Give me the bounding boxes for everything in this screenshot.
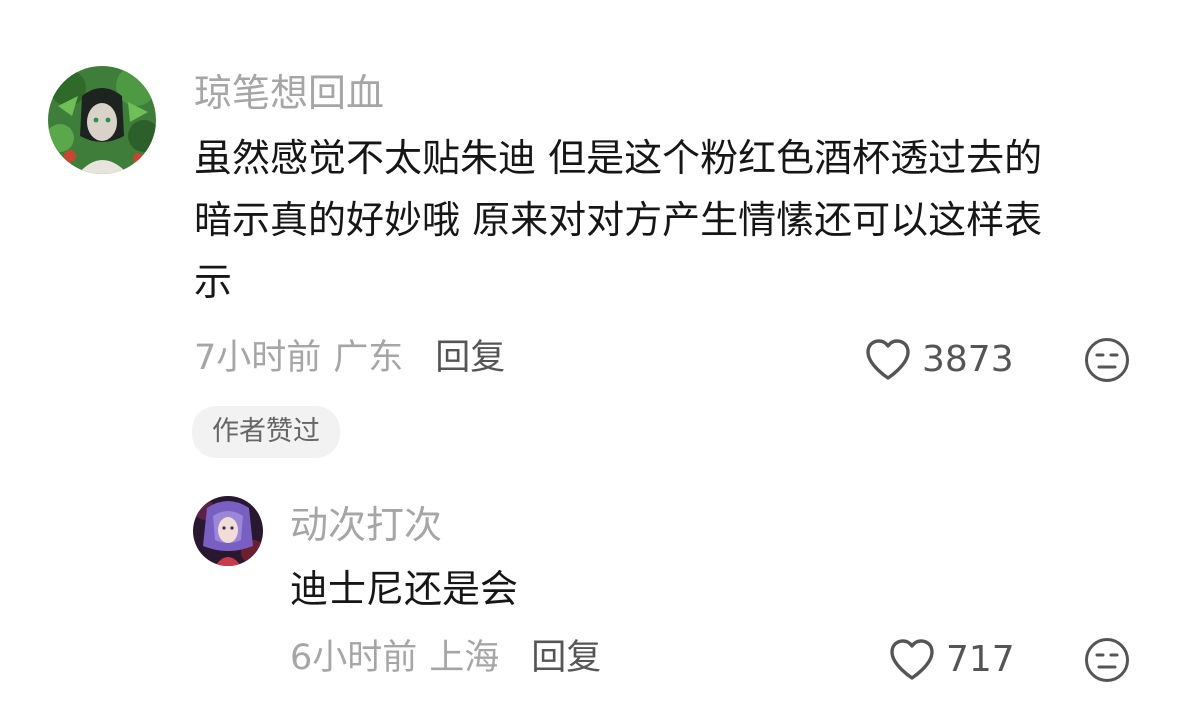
comment-thread: 琼笔想回血 虽然感觉不太贴朱迪 但是这个粉红色酒杯透过去的 暗示真的好妙哦 原来… xyxy=(0,0,1179,714)
author-liked-badge: 作者赞过 xyxy=(192,406,340,458)
comment-dislike-button[interactable] xyxy=(1084,337,1130,383)
meh-face-icon xyxy=(1085,638,1129,682)
reply-like-button[interactable]: 717 xyxy=(888,638,1015,682)
replier-avatar[interactable] xyxy=(193,496,263,566)
reply-text: 迪士尼还是会 xyxy=(290,567,519,611)
comment-text-line: 示 xyxy=(194,260,233,304)
comment-like-button[interactable]: 3873 xyxy=(864,338,1014,382)
reply-time: 6小时前 xyxy=(290,638,418,678)
comment-text-line: 虽然感觉不太贴朱迪 但是这个粉红色酒杯透过去的 xyxy=(194,136,1043,180)
commenter-avatar[interactable] xyxy=(48,66,156,174)
commenter-username[interactable]: 琼笔想回血 xyxy=(194,74,384,112)
comment-location: 广东 xyxy=(333,338,404,378)
reply-button[interactable]: 回复 xyxy=(435,338,505,378)
heart-outline-icon xyxy=(866,339,910,380)
reply-reply-button[interactable]: 回复 xyxy=(531,638,601,678)
heart-outline-icon xyxy=(890,639,934,680)
replier-username[interactable]: 动次打次 xyxy=(290,506,442,544)
comment-text-line: 暗示真的好妙哦 原来对对方产生情愫还可以这样表 xyxy=(194,198,1043,242)
comment-meta: 7小时前 广东 回复 xyxy=(194,341,505,376)
reply-meta: 6小时前 上海 回复 xyxy=(290,641,601,676)
reply-location: 上海 xyxy=(429,638,500,678)
comment-text: 虽然感觉不太贴朱迪 但是这个粉红色酒杯透过去的 暗示真的好妙哦 原来对对方产生情… xyxy=(194,127,1042,313)
comment-like-count: 3873 xyxy=(922,339,1014,380)
comment-time: 7小时前 xyxy=(194,338,322,378)
reply-dislike-button[interactable] xyxy=(1084,637,1130,683)
reply-like-count: 717 xyxy=(946,639,1015,680)
meh-face-icon xyxy=(1085,338,1129,382)
